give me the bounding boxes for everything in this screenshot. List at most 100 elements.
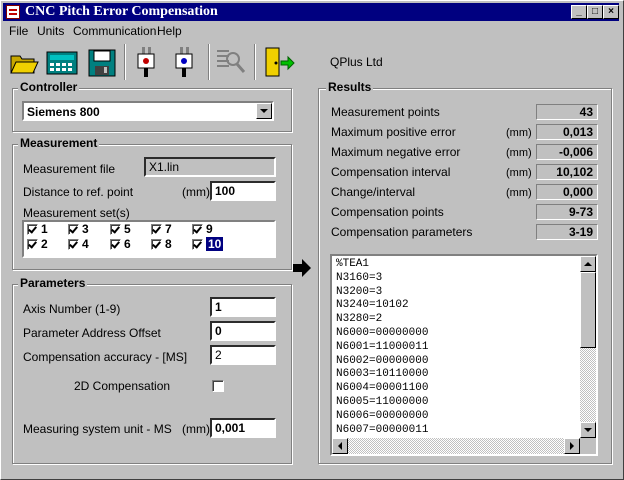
open-folder-icon[interactable] (6, 44, 42, 80)
title-bar: CNC Pitch Error Compensation _ □ × (3, 3, 619, 21)
measurement-set-checkbox[interactable] (151, 239, 162, 250)
compensation-accuracy-input[interactable]: 2 (210, 345, 276, 365)
measurement-set-checkbox[interactable] (110, 239, 121, 250)
measurement-set-label: 5 (124, 222, 131, 236)
code-line: N6000=00000000 (336, 327, 429, 339)
menu-help[interactable]: Help (157, 24, 182, 38)
horizontal-scroll-track[interactable] (332, 438, 580, 454)
code-line: N6003=10110000 (336, 368, 429, 381)
measurement-set-label: 3 (82, 222, 89, 236)
chevron-down-icon[interactable] (256, 103, 272, 119)
measurement-set-label: 9 (206, 222, 213, 236)
code-line: N3200=3 (336, 285, 383, 298)
measurement-set-label: 10 (206, 237, 224, 251)
maximize-button[interactable]: □ (587, 5, 603, 19)
measurement-set-checkbox[interactable] (192, 239, 203, 250)
parameters-group-label: Parameters (18, 276, 88, 290)
result-unit: (mm) (506, 167, 532, 179)
measurement-set-checkbox[interactable] (27, 239, 38, 250)
comp2d-label: 2D Compensation (74, 379, 171, 393)
result-value: 0,000 (536, 184, 598, 200)
measurement-file-field: X1.lin (144, 157, 276, 177)
measurement-set-label: 6 (124, 237, 131, 251)
results-group-label: Results (326, 80, 374, 94)
result-value: 10,102 (536, 164, 598, 180)
minimize-button[interactable]: _ (571, 5, 587, 19)
code-line: N3280=2 (336, 313, 383, 326)
measurement-set-label: 2 (41, 237, 48, 251)
toolbar-separator (254, 44, 256, 80)
measurement-set-label: 7 (165, 222, 172, 236)
save-disk-icon[interactable] (84, 44, 120, 80)
parameter-offset-input[interactable]: 0 (210, 321, 276, 341)
controller-select[interactable]: Siemens 800 (22, 101, 274, 121)
axis-number-input[interactable]: 1 (210, 297, 276, 317)
receive-plug-icon[interactable] (166, 44, 202, 80)
result-value: 3-19 (536, 224, 598, 240)
measurement-set-checkbox[interactable] (110, 224, 121, 235)
compensation-accuracy-label: Compensation accuracy - [MS] (23, 350, 188, 364)
result-label: Measurement points (331, 105, 440, 119)
code-line: N6006=00000000 (336, 409, 429, 422)
measurement-set-checkbox[interactable] (192, 224, 203, 235)
code-line: N6002=00000000 (336, 354, 429, 367)
result-value: 0,013 (536, 124, 598, 140)
result-value: -0,006 (536, 144, 598, 160)
company-label: QPlus Ltd (330, 55, 383, 69)
result-value: 43 (536, 104, 598, 120)
comp2d-checkbox[interactable] (212, 380, 224, 392)
scroll-corner (580, 438, 596, 454)
distance-input[interactable]: 100 (210, 181, 276, 201)
ms-unit-label: Measuring system unit - MS (23, 422, 172, 436)
arrow-right-icon (292, 258, 312, 278)
result-unit: (mm) (506, 147, 532, 159)
measurement-set-checkbox[interactable] (68, 239, 79, 250)
measurement-sets-label: Measurement set(s) (23, 206, 130, 220)
distance-unit: (mm) (182, 185, 210, 199)
code-line: N3240=10102 (336, 299, 409, 312)
calculator-icon[interactable] (44, 44, 80, 80)
result-unit: (mm) (506, 187, 532, 199)
menu-communication[interactable]: Communication (73, 24, 156, 38)
measurement-sets-list (22, 220, 276, 258)
menu-file[interactable]: File (9, 24, 28, 38)
parameter-offset-label: Parameter Address Offset (23, 326, 161, 340)
code-line: N6007=00000011 (336, 423, 429, 436)
controller-selected: Siemens 800 (27, 105, 100, 119)
controller-group-label: Controller (18, 80, 80, 94)
scroll-left-button[interactable] (332, 438, 348, 454)
result-label: Compensation points (331, 205, 444, 219)
result-unit: (mm) (506, 127, 532, 139)
magnifier-disabled-icon[interactable] (212, 44, 248, 80)
send-plug-icon[interactable] (128, 44, 164, 80)
menu-units[interactable]: Units (37, 24, 64, 38)
code-line: N6004=00001100 (336, 382, 429, 395)
measurement-file-label: Measurement file (23, 162, 116, 176)
measurement-set-checkbox[interactable] (27, 224, 38, 235)
result-label: Compensation interval (331, 165, 451, 179)
code-line: N3160=3 (336, 271, 383, 284)
axis-number-label: Axis Number (1-9) (23, 302, 121, 316)
scroll-down-button[interactable] (580, 422, 596, 438)
measurement-set-checkbox[interactable] (68, 224, 79, 235)
measurement-set-label: 1 (41, 222, 48, 236)
result-label: Maximum negative error (331, 145, 461, 159)
app-icon (6, 5, 20, 19)
result-label: Change/interval (331, 185, 416, 199)
vertical-scroll-thumb[interactable] (580, 272, 596, 348)
result-label: Compensation parameters (331, 225, 473, 239)
measurement-set-checkbox[interactable] (151, 224, 162, 235)
measurement-set-label: 4 (82, 237, 89, 251)
code-line: N6005=11000000 (336, 396, 429, 408)
scroll-right-button[interactable] (564, 438, 580, 454)
close-button[interactable]: × (603, 5, 619, 19)
scroll-up-button[interactable] (580, 256, 596, 272)
result-value: 9-73 (536, 204, 598, 220)
code-line: N6001=11000011 (336, 340, 429, 353)
parameter-output-list[interactable]: %TEA1 N3160=3 N3200=3 N3240=10102 N3280=2 N60… (330, 254, 598, 456)
code-line: %TEA1 (336, 258, 370, 270)
exit-door-icon[interactable] (260, 44, 296, 80)
ms-unit-mm: (mm) (182, 422, 210, 436)
toolbar-separator (208, 44, 210, 80)
ms-unit-input[interactable]: 0,001 (210, 418, 276, 438)
